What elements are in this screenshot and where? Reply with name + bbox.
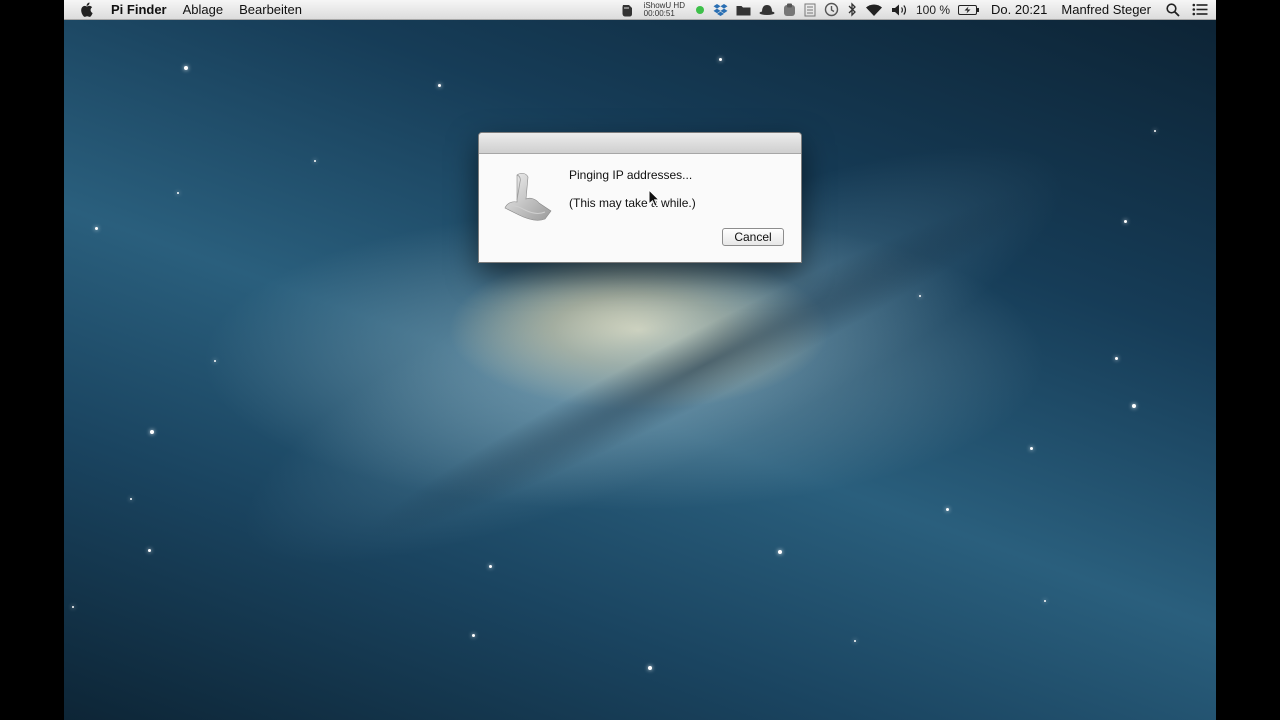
menu-bearbeiten[interactable]: Bearbeiten bbox=[231, 0, 310, 20]
time-machine-icon[interactable] bbox=[820, 0, 843, 20]
star bbox=[778, 550, 782, 554]
star bbox=[1115, 357, 1118, 360]
menu-bar-left: Pi Finder Ablage Bearbeiten bbox=[64, 0, 310, 20]
menu-bar-extras: iShowU HD 00:00:51 100 % Do. 20:21 Manfr… bbox=[616, 0, 1216, 20]
dropbox-icon[interactable] bbox=[709, 0, 732, 20]
notification-center-icon[interactable] bbox=[1188, 0, 1216, 20]
folder-icon[interactable] bbox=[732, 0, 755, 20]
dialog-detail: (This may take a while.) bbox=[569, 196, 696, 210]
app-icon[interactable] bbox=[779, 0, 800, 20]
star bbox=[184, 66, 188, 70]
bars-icon[interactable] bbox=[800, 0, 820, 20]
star bbox=[919, 295, 921, 297]
progress-dialog: Pinging IP addresses... (This may take a… bbox=[478, 132, 802, 263]
menu-user-name[interactable]: Manfred Steger bbox=[1054, 2, 1158, 17]
star bbox=[150, 430, 154, 434]
star bbox=[438, 84, 441, 87]
screen: Pi Finder Ablage Bearbeiten iShowU HD 00… bbox=[64, 0, 1216, 720]
cancel-button[interactable]: Cancel bbox=[722, 228, 784, 246]
desktop-wallpaper bbox=[64, 0, 1216, 720]
dialog-message: Pinging IP addresses... bbox=[569, 168, 693, 182]
star bbox=[130, 498, 132, 500]
menu-ablage[interactable]: Ablage bbox=[175, 0, 231, 20]
menu-bar: Pi Finder Ablage Bearbeiten iShowU HD 00… bbox=[64, 0, 1216, 20]
star bbox=[1154, 130, 1156, 132]
script-icon bbox=[499, 169, 555, 225]
apple-logo-icon[interactable] bbox=[64, 2, 103, 17]
dialog-titlebar[interactable] bbox=[479, 133, 801, 154]
ishowu-time: 00:00:51 bbox=[643, 8, 675, 18]
battery-percent[interactable]: 100 % bbox=[912, 0, 954, 20]
menu-clock[interactable]: Do. 20:21 bbox=[984, 2, 1054, 17]
star bbox=[1124, 220, 1127, 223]
star bbox=[1044, 600, 1046, 602]
star bbox=[72, 606, 74, 608]
wifi-icon[interactable] bbox=[861, 0, 887, 20]
star bbox=[314, 160, 316, 162]
star bbox=[648, 666, 652, 670]
ishowu-hd-status[interactable]: iShowU HD 00:00:51 bbox=[638, 1, 691, 18]
star bbox=[148, 549, 151, 552]
star bbox=[719, 58, 722, 61]
star bbox=[214, 360, 216, 362]
star bbox=[177, 192, 179, 194]
star bbox=[95, 227, 98, 230]
bluetooth-icon[interactable] bbox=[843, 0, 861, 20]
mouse-cursor-icon bbox=[648, 188, 661, 212]
star bbox=[854, 640, 856, 642]
status-green-dot-icon[interactable] bbox=[691, 0, 709, 20]
battery-icon[interactable] bbox=[954, 0, 984, 20]
spotlight-search-icon[interactable] bbox=[1158, 0, 1188, 20]
hat-icon[interactable] bbox=[755, 0, 779, 20]
star bbox=[472, 634, 475, 637]
star bbox=[1030, 447, 1033, 450]
evernote-icon[interactable] bbox=[616, 0, 638, 20]
star bbox=[946, 508, 949, 511]
star bbox=[1132, 404, 1136, 408]
menu-app-name[interactable]: Pi Finder bbox=[103, 0, 175, 20]
volume-icon[interactable] bbox=[887, 0, 912, 20]
star bbox=[489, 565, 492, 568]
